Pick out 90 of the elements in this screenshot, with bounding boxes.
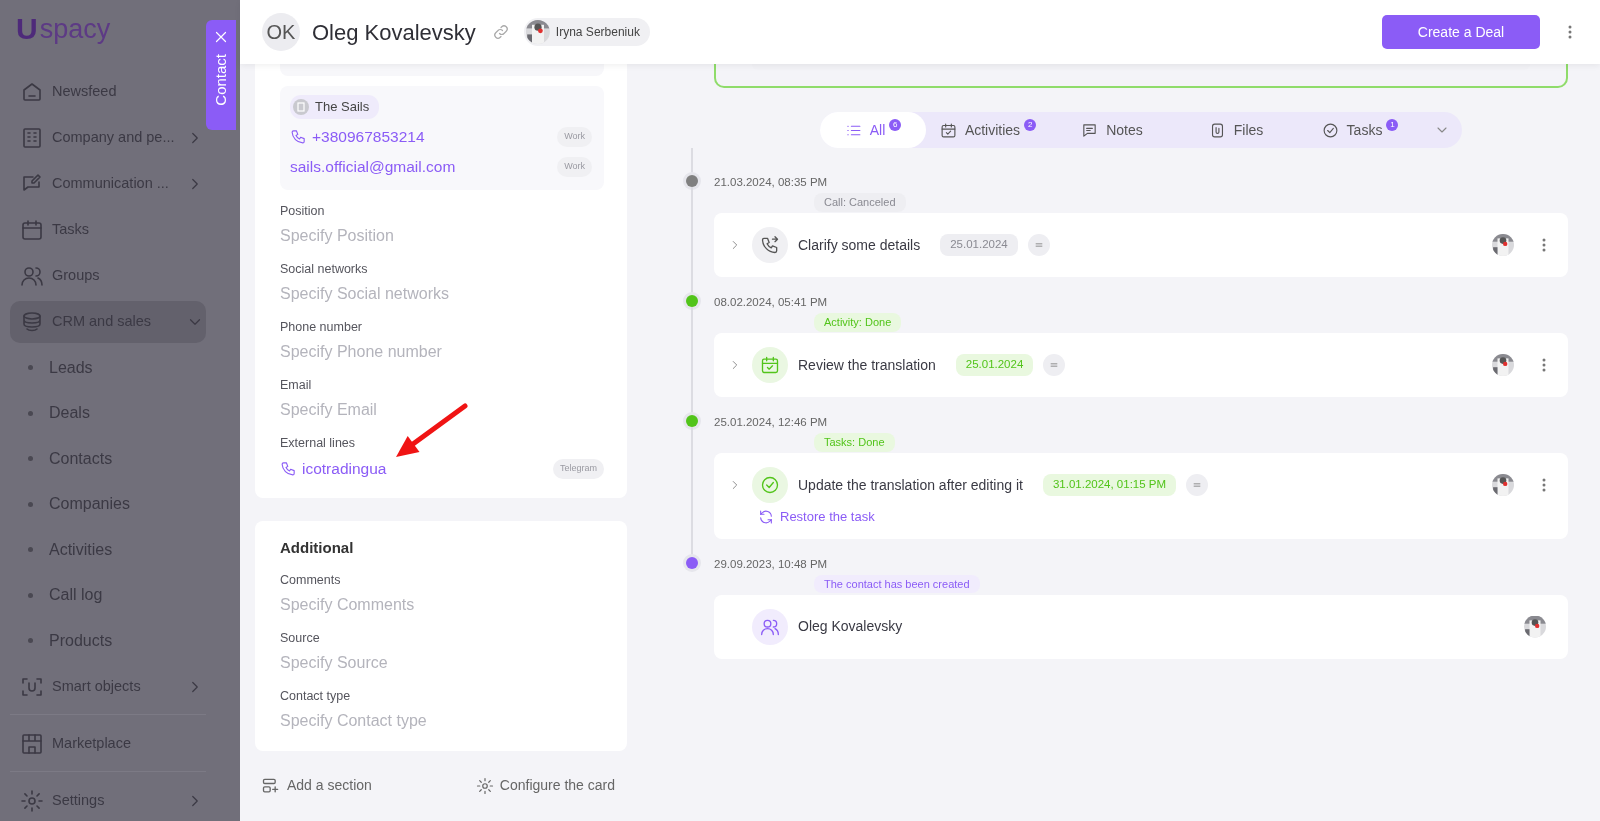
phone-icon — [290, 128, 307, 146]
event-date: 25.01.2024, 12:46 PM — [714, 415, 829, 429]
note-icon — [1081, 121, 1099, 139]
event-date: 21.03.2024, 08:35 PM — [714, 175, 829, 189]
bullet-icon — [28, 501, 33, 507]
type-tag: Telegram — [553, 459, 604, 479]
restore-task-button[interactable]: Restore the task — [758, 507, 875, 527]
input-field[interactable]: Specify Email — [280, 398, 604, 421]
bullet-icon — [28, 592, 33, 598]
phone-link[interactable]: +380967853214 — [312, 125, 425, 149]
more-button[interactable] — [1542, 238, 1546, 252]
bullet-icon — [28, 410, 33, 416]
calendar-icon — [20, 218, 44, 242]
phone-icon — [760, 235, 780, 255]
event-title[interactable]: Review the translation — [798, 354, 936, 376]
add-section-button[interactable]: Add a section — [261, 775, 372, 797]
event-title[interactable]: Update the translation after editing it — [798, 474, 1023, 496]
house-icon — [20, 80, 44, 104]
external-line-link[interactable]: icotradingua — [302, 457, 387, 481]
settings-icon — [475, 776, 494, 795]
building-icon — [293, 98, 309, 115]
building-icon — [20, 126, 44, 150]
more-icon — [1542, 238, 1546, 252]
filter-tab[interactable]: All 6 — [820, 112, 926, 148]
input-field[interactable]: Specify Source — [280, 652, 604, 675]
event-date: 08.02.2024, 05:41 PM — [714, 295, 829, 309]
more-button[interactable] — [1542, 358, 1546, 372]
bullet-icon — [28, 456, 33, 461]
event-title[interactable]: Clarify some details — [798, 234, 921, 256]
type-tag: Work — [557, 127, 592, 147]
settings-icon — [20, 788, 44, 813]
contact-tab[interactable]: Contact — [206, 20, 236, 130]
event-title: Oleg Kovalevsky — [798, 617, 903, 636]
filter-tab[interactable]: Notes — [1050, 112, 1174, 148]
bullet-icon — [28, 547, 33, 552]
due-date: 25.01.2024 — [940, 234, 1018, 256]
section-title: Additional — [280, 537, 355, 558]
field-label: External lines — [280, 434, 357, 452]
more-icon — [1568, 25, 1572, 39]
field-label: Email — [280, 376, 313, 394]
field-label: Source — [280, 630, 321, 648]
input-field[interactable]: Specify Comments — [280, 594, 604, 617]
company-chip[interactable]: The Sails — [290, 95, 380, 119]
link-icon — [491, 23, 510, 41]
annotation-arrow — [396, 403, 468, 457]
avatar-initials: OK — [262, 13, 300, 51]
check-circle-icon — [760, 475, 780, 495]
more-icon — [1542, 478, 1546, 492]
more-button[interactable] — [1542, 478, 1546, 492]
phone-icon — [280, 460, 297, 478]
filter-tab[interactable]: Files — [1174, 112, 1298, 148]
input-field[interactable]: Specify Position — [280, 224, 604, 247]
filter-tab[interactable]: Activities 2 — [926, 112, 1050, 148]
input-field[interactable]: Specify Social networks — [280, 282, 604, 305]
due-date: 25.01.2024 — [955, 354, 1034, 376]
logo-mark: U — [16, 14, 38, 44]
filter-tab[interactable]: Tasks 1 — [1298, 112, 1422, 148]
responsible-chip[interactable]: Iryna Serbeniuk — [523, 18, 650, 46]
database-icon — [20, 310, 44, 334]
more-icon — [1542, 358, 1546, 372]
field-label: Position — [280, 202, 326, 220]
contact-name: Oleg Kovalevsky — [312, 18, 476, 47]
create-deal-button[interactable]: Create a Deal — [1382, 15, 1540, 49]
users-icon — [20, 264, 44, 288]
configure-card-button[interactable]: Configure the card — [475, 775, 615, 797]
store-icon — [20, 731, 44, 756]
check-circle-icon — [1321, 121, 1339, 139]
more-button[interactable] — [1568, 25, 1572, 39]
type-tag: Work — [557, 157, 592, 177]
email-link[interactable]: sails.official@gmail.com — [290, 155, 456, 179]
count-badge: 6 — [889, 119, 902, 131]
bullet-icon — [28, 365, 33, 370]
field-label: Social networks — [280, 260, 369, 278]
status-tag: Activity: Done — [814, 313, 902, 332]
input-field[interactable]: Specify Contact type — [280, 710, 604, 733]
event-date: 29.09.2023, 10:48 PM — [714, 556, 829, 571]
field-label: Phone number — [280, 318, 363, 336]
count-badge: 2 — [1024, 119, 1037, 131]
field-label: Contact type — [280, 688, 352, 706]
status-tag: The contact has been created — [814, 574, 980, 593]
status-tag: Tasks: Done — [814, 433, 895, 452]
bullet-icon — [28, 638, 33, 643]
calendar-icon — [760, 355, 780, 375]
count-badge: 1 — [1386, 119, 1399, 131]
field-label: Comments — [280, 572, 342, 590]
calendar-icon — [939, 121, 957, 139]
refresh-icon — [758, 508, 774, 525]
due-date: 31.01.2024, 01:15 PM — [1042, 474, 1177, 496]
status-tag: Call: Canceled — [814, 193, 906, 212]
input-field[interactable]: Specify Phone number — [280, 340, 604, 363]
